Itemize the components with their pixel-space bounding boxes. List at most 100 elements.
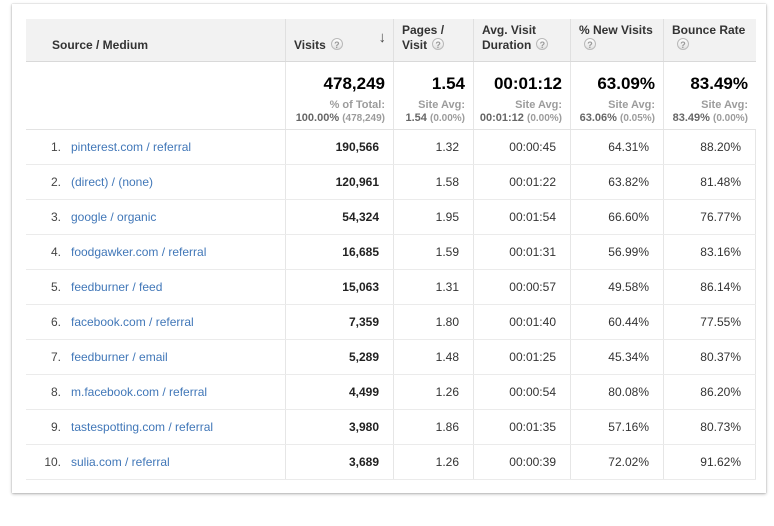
column-label-percent-new-visits: % New Visits (579, 23, 653, 37)
summary-new-visits-value: 63.09% (571, 73, 655, 95)
summary-visits-sub: % of Total: 100.00% (478,249) (286, 99, 385, 125)
column-label-avg-visit-duration: Avg. Visit Duration (482, 23, 536, 52)
summary-duration-sub: Site Avg: 00:01:12 (0.00%) (474, 99, 562, 125)
help-icon[interactable]: ? (331, 38, 343, 50)
source-medium-link[interactable]: foodgawker.com / referral (71, 245, 206, 259)
avg-visit-duration-cell: 00:00:57 (473, 270, 570, 304)
source-medium-cell: 3. google / organic (26, 200, 285, 234)
summary-pages-per-visit: 1.54 Site Avg: 1.54 (0.00%) (393, 62, 473, 129)
source-medium-cell: 9.tastespotting.com / referral (26, 410, 285, 444)
row-rank: 3. (34, 200, 61, 234)
help-icon[interactable]: ? (432, 38, 444, 50)
source-medium-link[interactable]: m.facebook.com / referral (71, 385, 207, 399)
percent-new-visits-cell: 72.02% (570, 445, 663, 479)
visits-cell: 16,685 (285, 235, 393, 269)
summary-visits: 478,249 % of Total: 100.00% (478,249) (285, 62, 393, 129)
row-rank: 10. (34, 445, 61, 479)
avg-visit-duration-cell: 00:01:22 (473, 165, 570, 199)
table-row: 5. feedburner / feed 15,063 1.31 00:00:57… (26, 270, 756, 305)
visits-cell: 15,063 (285, 270, 393, 304)
summary-pages-sub: Site Avg: 1.54 (0.00%) (394, 99, 465, 125)
column-label-visits: Visits (294, 38, 326, 52)
summary-visits-value: 478,249 (286, 73, 385, 95)
source-medium-link[interactable]: pinterest.com / referral (71, 140, 191, 154)
avg-visit-duration-cell: 00:01:25 (473, 340, 570, 374)
column-header-percent-new-visits[interactable]: % New Visits? (570, 19, 663, 61)
visits-cell: 5,289 (285, 340, 393, 374)
avg-visit-duration-cell: 00:00:45 (473, 130, 570, 164)
row-rank: 5. (34, 270, 61, 304)
source-medium-cell: 2. (direct) / (none) (26, 165, 285, 199)
bounce-rate-cell: 91.62% (663, 445, 756, 479)
help-icon[interactable]: ? (584, 38, 596, 50)
row-rank: 4. (34, 235, 61, 269)
source-medium-table: Source / Medium Visits? ↓ Pages / Visit? (26, 19, 756, 480)
pages-per-visit-cell: 1.80 (393, 305, 473, 339)
source-medium-cell: 6. facebook.com / referral (26, 305, 285, 339)
pages-per-visit-cell: 1.86 (393, 410, 473, 444)
avg-visit-duration-cell: 00:01:54 (473, 200, 570, 234)
summary-bounce-sub: Site Avg: 83.49% (0.00%) (664, 99, 748, 125)
percent-new-visits-cell: 63.82% (570, 165, 663, 199)
source-medium-link[interactable]: sulia.com / referral (71, 455, 170, 469)
row-rank: 6. (34, 305, 61, 339)
visits-cell: 4,499 (285, 375, 393, 409)
source-medium-link[interactable]: tastespotting.com / referral (71, 420, 213, 434)
visits-cell: 3,980 (285, 410, 393, 444)
table-row: 10.sulia.com / referral 3,689 1.26 00:00… (26, 445, 756, 480)
table-row: 4.foodgawker.com / referral 16,685 1.59 … (26, 235, 756, 270)
summary-avg-visit-duration: 00:01:12 Site Avg: 00:01:12 (0.00%) (473, 62, 570, 129)
bounce-rate-cell: 76.77% (663, 200, 756, 234)
source-medium-link[interactable]: (direct) / (none) (71, 175, 153, 189)
pages-per-visit-cell: 1.31 (393, 270, 473, 304)
avg-visit-duration-cell: 00:00:39 (473, 445, 570, 479)
summary-new-visits-sub: Site Avg: 63.06% (0.05%) (571, 99, 655, 125)
source-medium-link[interactable]: facebook.com / referral (71, 315, 194, 329)
bounce-rate-cell: 86.20% (663, 375, 756, 409)
visits-cell: 54,324 (285, 200, 393, 234)
avg-visit-duration-cell: 00:01:31 (473, 235, 570, 269)
column-header-visits[interactable]: Visits? ↓ (285, 19, 393, 61)
percent-new-visits-cell: 80.08% (570, 375, 663, 409)
bounce-rate-cell: 81.48% (663, 165, 756, 199)
table-row: 3.google / organic 54,324 1.95 00:01:54 … (26, 200, 756, 235)
visits-cell: 7,359 (285, 305, 393, 339)
table-row: 6. facebook.com / referral 7,359 1.80 00:… (26, 305, 756, 340)
row-rank: 7. (34, 340, 61, 374)
row-rank: 2. (34, 165, 61, 199)
analytics-report-page: Source / Medium Visits? ↓ Pages / Visit? (12, 4, 766, 493)
percent-new-visits-cell: 66.60% (570, 200, 663, 234)
table-row: 8.m.facebook.com / referral 4,499 1.26 0… (26, 375, 756, 410)
bounce-rate-cell: 88.20% (663, 130, 756, 164)
summary-bounce-value: 83.49% (664, 73, 748, 95)
source-medium-cell: 1. pinterest.com / referral (26, 130, 285, 164)
pages-per-visit-cell: 1.48 (393, 340, 473, 374)
help-icon[interactable]: ? (677, 38, 689, 50)
column-header-avg-visit-duration[interactable]: Avg. Visit Duration? (473, 19, 570, 61)
source-medium-cell: 7. feedburner / email (26, 340, 285, 374)
pages-per-visit-cell: 1.26 (393, 375, 473, 409)
screenshot-stage: Source / Medium Visits? ↓ Pages / Visit? (0, 0, 774, 526)
column-header-pages-per-visit[interactable]: Pages / Visit? (393, 19, 473, 61)
visits-cell: 3,689 (285, 445, 393, 479)
pages-per-visit-cell: 1.95 (393, 200, 473, 234)
column-header-source-medium[interactable]: Source / Medium (26, 19, 285, 61)
source-medium-link[interactable]: feedburner / email (71, 350, 168, 364)
bounce-rate-cell: 80.37% (663, 340, 756, 374)
column-label-source-medium: Source / Medium (52, 38, 148, 52)
percent-new-visits-cell: 57.16% (570, 410, 663, 444)
help-icon[interactable]: ? (536, 38, 548, 50)
bounce-rate-cell: 80.73% (663, 410, 756, 444)
percent-new-visits-cell: 45.34% (570, 340, 663, 374)
avg-visit-duration-cell: 00:01:40 (473, 305, 570, 339)
table-row: 1.pinterest.com / referral 190,566 1.32 … (26, 130, 756, 165)
visits-cell: 190,566 (285, 130, 393, 164)
column-header-bounce-rate[interactable]: Bounce Rate? (663, 19, 756, 61)
summary-empty-cell (26, 62, 285, 129)
row-rank: 1. (34, 130, 61, 164)
source-medium-link[interactable]: google / organic (71, 210, 156, 224)
source-medium-link[interactable]: feedburner / feed (71, 280, 162, 294)
percent-new-visits-cell: 56.99% (570, 235, 663, 269)
source-medium-cell: 8.m.facebook.com / referral (26, 375, 285, 409)
bounce-rate-cell: 83.16% (663, 235, 756, 269)
